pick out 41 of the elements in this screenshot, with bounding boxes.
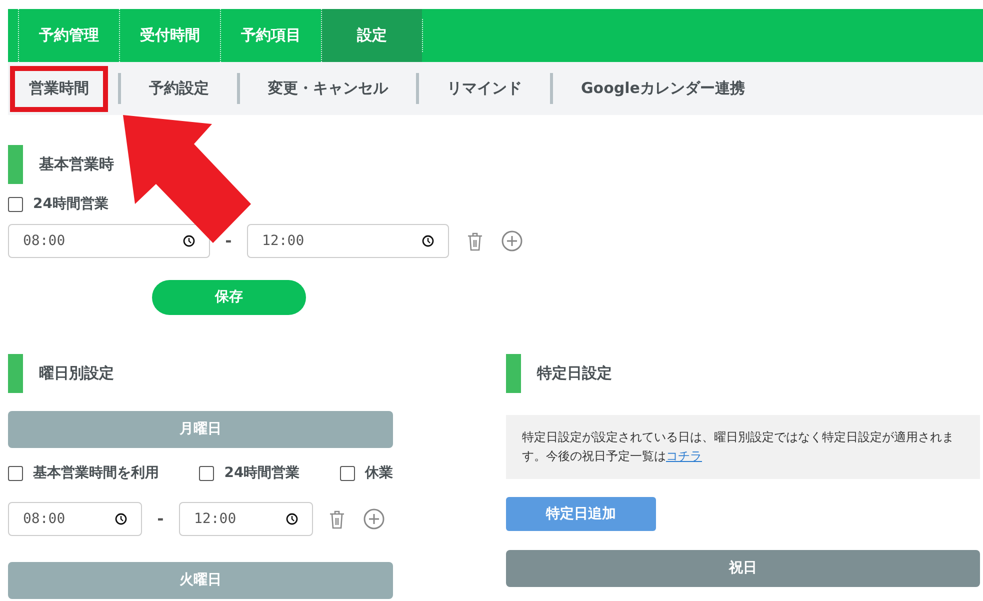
clock-icon — [422, 235, 434, 247]
heading-bar — [8, 145, 23, 184]
holiday-bar[interactable]: 祝日 — [506, 550, 980, 587]
checkbox-label: 休業 — [364, 464, 393, 483]
clock-icon — [286, 513, 298, 525]
checkbox[interactable] — [8, 197, 23, 212]
day-header-bar[interactable]: 月曜日 — [8, 411, 393, 448]
sub-nav-tab[interactable]: Googleカレンダー連携 — [563, 77, 763, 100]
sub-nav-tab[interactable]: リマインド — [429, 77, 540, 100]
section-title: 基本営業時 — [39, 154, 114, 176]
nav-tab[interactable]: 設定 — [321, 9, 422, 62]
info-text: 特定日設定が設定されている日は、曜日別設定ではなく特定日設定が適用されます。今後の祝日予定一覧は コチラ — [522, 429, 955, 465]
range-separator: - — [156, 508, 165, 530]
trash-icon[interactable] — [467, 232, 483, 250]
checkbox[interactable] — [199, 466, 214, 481]
heading-bar — [506, 354, 521, 393]
time-field[interactable]: 12:00 — [179, 502, 313, 536]
sub-nav-tab[interactable]: 変更・キャンセル — [250, 77, 406, 100]
heading-bar — [8, 354, 23, 393]
add-special-day-button[interactable]: 特定日追加 — [506, 497, 656, 531]
link[interactable]: コチラ — [666, 449, 702, 463]
range-separator: - — [224, 230, 233, 252]
sub-nav-tab[interactable]: 予約設定 — [131, 77, 227, 100]
checkbox[interactable] — [340, 466, 355, 481]
time-field[interactable]: 08:00 — [8, 502, 142, 536]
add-icon[interactable] — [363, 508, 385, 530]
save-button[interactable]: 保存 — [152, 280, 306, 315]
trash-icon[interactable] — [329, 510, 345, 528]
sub-nav-tab[interactable]: 営業時間 — [10, 66, 108, 112]
section-title: 特定日設定 — [537, 363, 612, 384]
checkbox[interactable] — [8, 466, 23, 481]
add-icon[interactable] — [501, 230, 523, 252]
time-field[interactable]: 08:00 — [8, 224, 210, 258]
checkbox-label: 基本営業時間を利用 — [33, 464, 159, 483]
checkbox-label: 24時間営業 — [224, 464, 300, 483]
section-title: 曜日別設定 — [39, 363, 114, 384]
time-field[interactable]: 12:00 — [247, 224, 449, 258]
day-header-bar[interactable]: 火曜日 — [8, 562, 393, 599]
checkbox-label: 24時間営業 — [33, 195, 108, 214]
clock-icon — [183, 235, 195, 247]
clock-icon — [115, 513, 127, 525]
